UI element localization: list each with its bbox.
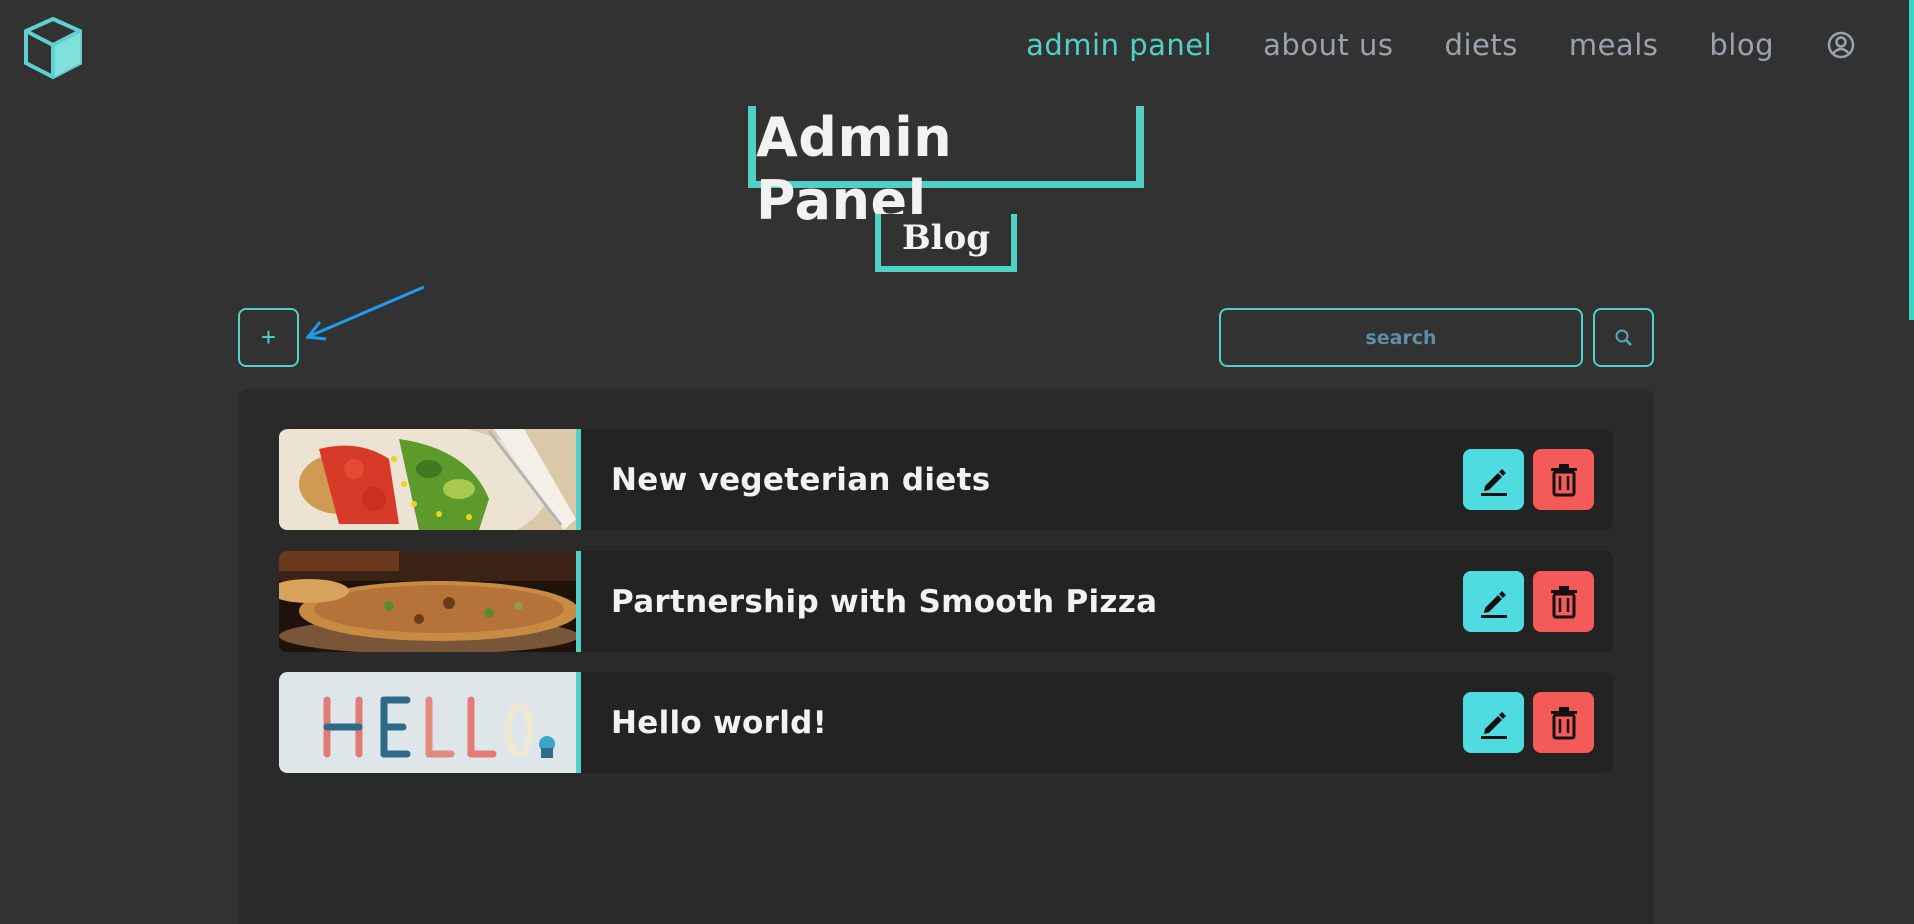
pencil-icon (1480, 468, 1507, 496)
logo-cube-icon[interactable] (20, 15, 86, 81)
nav-admin-panel[interactable]: admin panel (1026, 28, 1212, 62)
annotation-arrow-icon (305, 285, 425, 341)
list-item[interactable]: New vegeterian diets (279, 429, 1613, 530)
delete-button[interactable] (1533, 571, 1594, 632)
blog-list-panel: New vegeterian diets Partnership with Sm… (238, 389, 1654, 924)
page-title-frame: Admin Panel (748, 106, 1144, 232)
nav-about-us[interactable]: about us (1263, 28, 1393, 62)
section-title-frame: Blog (875, 214, 1017, 272)
section-title: Blog (901, 218, 991, 258)
trash-icon (1550, 706, 1577, 739)
edit-button[interactable] (1463, 692, 1524, 753)
add-post-button[interactable]: + (238, 308, 299, 367)
user-circle-icon[interactable] (1826, 30, 1856, 60)
delete-button[interactable] (1533, 449, 1594, 510)
nav-meals[interactable]: meals (1569, 28, 1659, 62)
post-title: Partnership with Smooth Pizza (611, 583, 1158, 620)
list-item[interactable]: Hello world! (279, 672, 1613, 773)
trash-icon (1550, 463, 1577, 496)
search-button[interactable] (1593, 308, 1654, 367)
salad-image (279, 429, 581, 530)
post-title: New vegeterian diets (611, 461, 991, 498)
pencil-icon (1480, 590, 1507, 618)
list-item[interactable]: Partnership with Smooth Pizza (279, 551, 1613, 652)
hello-letters-image (279, 672, 581, 773)
page-title: Admin Panel (756, 106, 953, 232)
trash-icon (1550, 585, 1577, 618)
pizza-image (279, 551, 581, 652)
nav-blog[interactable]: blog (1709, 28, 1774, 62)
pencil-icon (1480, 711, 1507, 739)
delete-button[interactable] (1533, 692, 1594, 753)
search-input[interactable] (1219, 308, 1583, 367)
nav-diets[interactable]: diets (1445, 28, 1518, 62)
top-nav: admin panel about us diets meals blog (975, 28, 1856, 62)
search-icon (1615, 329, 1632, 346)
edit-button[interactable] (1463, 571, 1524, 632)
post-title: Hello world! (611, 704, 828, 741)
scrollbar-thumb[interactable] (1909, 0, 1914, 320)
edit-button[interactable] (1463, 449, 1524, 510)
